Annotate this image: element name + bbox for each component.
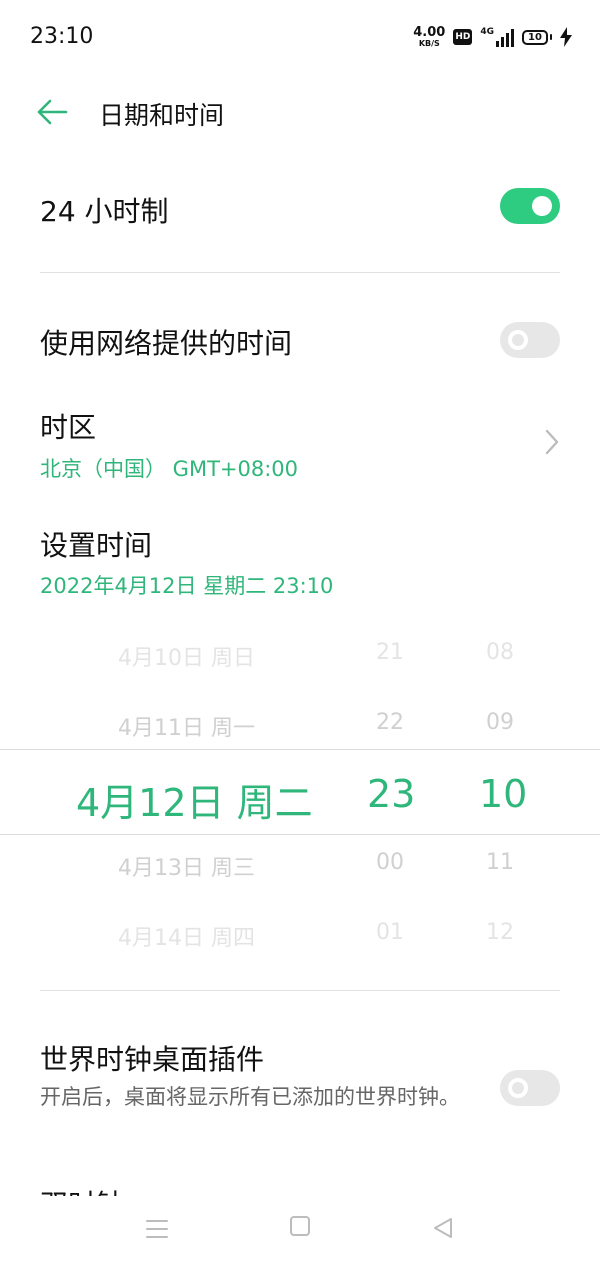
picker-selection-bottom-line xyxy=(0,834,600,835)
hour24-label: 24 小时制 xyxy=(40,195,169,228)
world-clock-toggle[interactable] xyxy=(500,1070,560,1106)
status-bar: 23:10 4.00 KB/S HD 4G 10 xyxy=(0,0,600,76)
picker-minute-item[interactable]: 12 xyxy=(486,920,514,945)
network-time-toggle[interactable] xyxy=(500,322,560,358)
network-speed: 4.00 KB/S xyxy=(413,26,445,48)
picker-minute-selected[interactable]: 10 xyxy=(479,772,527,816)
picker-date-item[interactable]: 4月10日 周日 xyxy=(118,640,255,672)
picker-date-item[interactable]: 4月11日 周一 xyxy=(118,710,255,742)
picker-hour-item[interactable]: 21 xyxy=(376,640,404,665)
picker-minute-item[interactable]: 08 xyxy=(486,640,514,665)
back-triangle-icon[interactable] xyxy=(432,1216,454,1240)
picker-hour-item[interactable]: 01 xyxy=(376,920,404,945)
network-time-label: 使用网络提供的时间 xyxy=(40,327,293,360)
menu-icon[interactable] xyxy=(145,1218,169,1240)
navigation-bar xyxy=(0,1196,600,1266)
toggle-knob xyxy=(508,1078,528,1098)
picker-hour-selected[interactable]: 23 xyxy=(367,772,415,816)
set-time-label: 设置时间 xyxy=(40,529,153,562)
network-speed-value: 4.00 xyxy=(413,25,446,40)
chevron-right-icon xyxy=(545,429,559,455)
back-arrow-icon[interactable] xyxy=(36,98,68,126)
status-icons: 4.00 KB/S HD 4G 10 xyxy=(413,24,572,50)
picker-minute-item[interactable]: 09 xyxy=(486,710,514,735)
network-type-label: 4G xyxy=(480,27,494,37)
charging-bolt-icon xyxy=(560,27,572,47)
set-time-value: 2022年4月12日 星期二 23:10 xyxy=(40,574,334,598)
toggle-knob xyxy=(508,330,528,350)
hour24-toggle[interactable] xyxy=(500,188,560,224)
picker-hour-item[interactable]: 00 xyxy=(376,850,404,875)
picker-date-item[interactable]: 4月13日 周三 xyxy=(118,850,255,882)
battery-icon: 10 xyxy=(522,29,552,45)
divider xyxy=(40,272,560,273)
picker-date-selected[interactable]: 4月12日 周二 xyxy=(76,772,313,827)
network-speed-unit: KB/S xyxy=(418,39,440,48)
timezone-value: 北京（中国） GMT+08:00 xyxy=(40,457,299,481)
picker-selection-top-line xyxy=(0,749,600,750)
world-clock-label: 世界时钟桌面插件 xyxy=(40,1043,265,1076)
page-header: 日期和时间 xyxy=(0,80,600,144)
picker-minute-item[interactable]: 11 xyxy=(486,850,514,875)
world-clock-description: 开启后，桌面将显示所有已添加的世界时钟。 xyxy=(40,1085,460,1109)
picker-date-item[interactable]: 4月14日 周四 xyxy=(118,920,255,952)
battery-level: 10 xyxy=(522,29,548,45)
page-title: 日期和时间 xyxy=(99,101,225,130)
hd-icon: HD xyxy=(453,29,473,45)
timezone-label: 时区 xyxy=(40,411,97,444)
toggle-knob xyxy=(532,196,552,216)
status-time: 23:10 xyxy=(30,24,94,49)
signal-icon: 4G xyxy=(480,27,514,47)
home-icon[interactable] xyxy=(290,1216,310,1236)
divider xyxy=(40,990,560,991)
picker-hour-item[interactable]: 22 xyxy=(376,710,404,735)
